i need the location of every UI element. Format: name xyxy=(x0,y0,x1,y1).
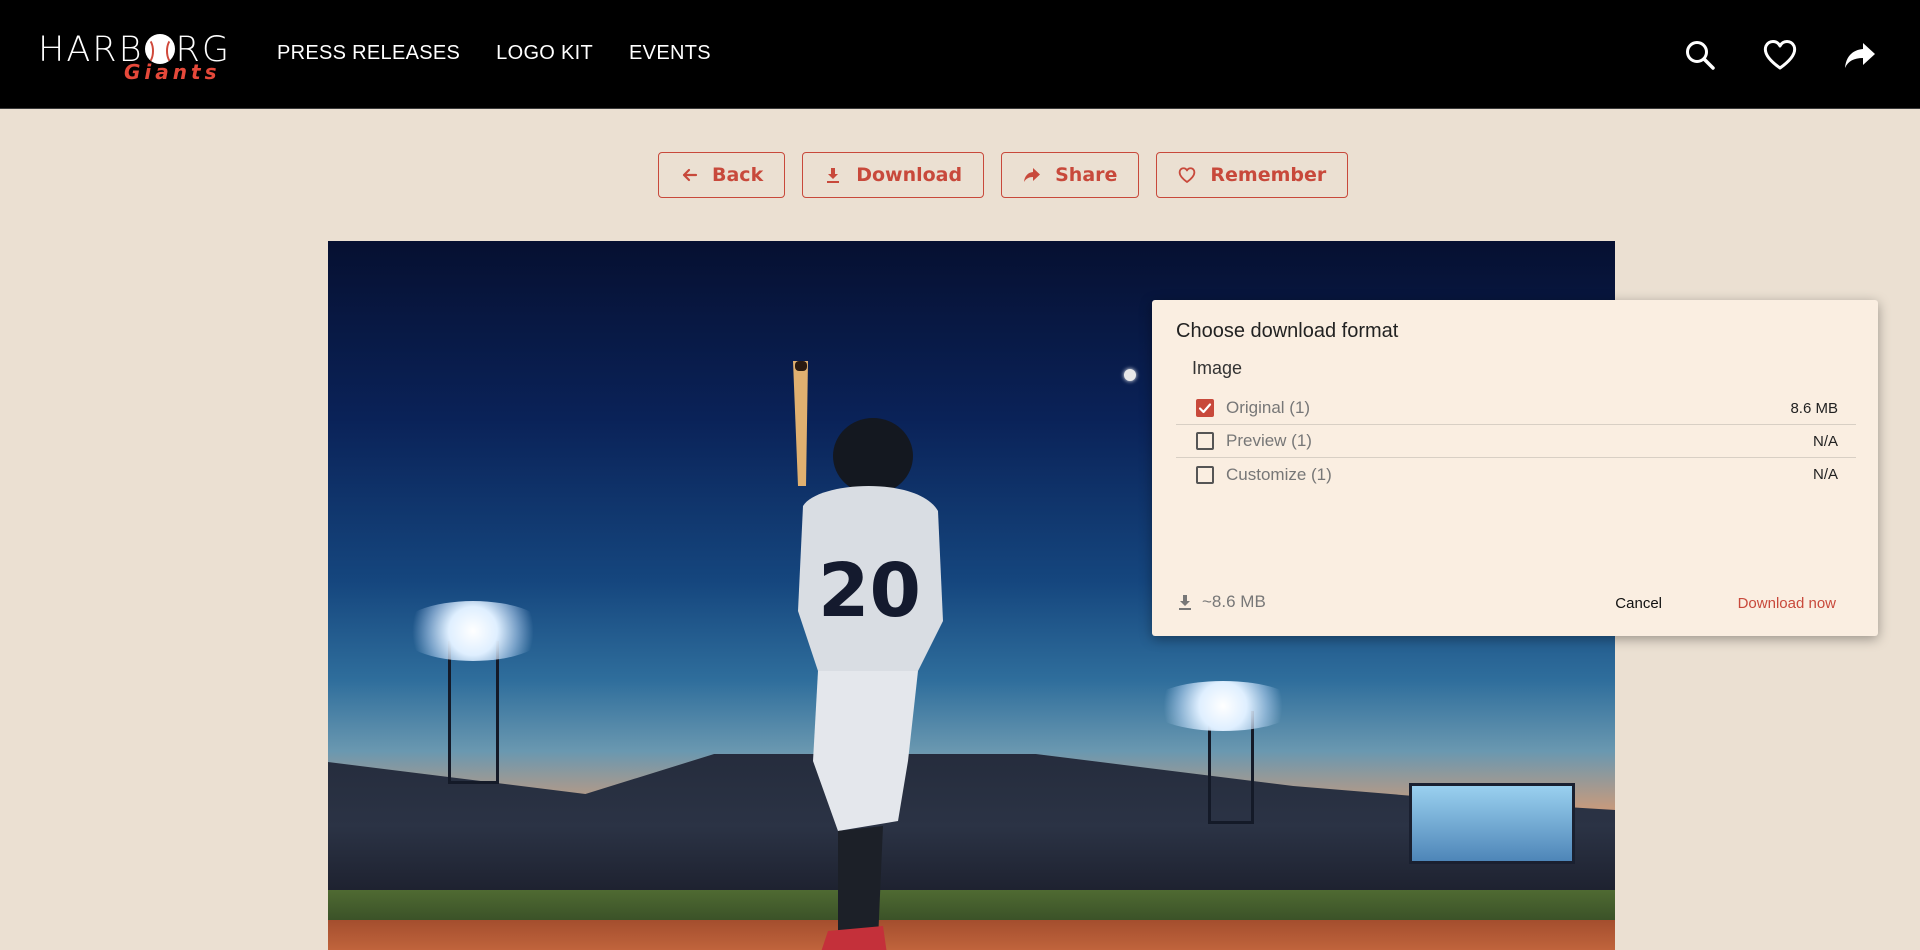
asset-actions: Back Download Share Remember xyxy=(658,152,1349,198)
stadium-light xyxy=(1148,681,1298,731)
format-name: Customize (1) xyxy=(1226,464,1332,484)
remember-button[interactable]: Remember xyxy=(1156,152,1349,198)
harborg-giants-logo[interactable]: HARB RG Giants xyxy=(38,24,229,84)
share-button[interactable]: Share xyxy=(1001,152,1140,198)
heart-icon[interactable] xyxy=(1760,35,1800,75)
light-tower xyxy=(448,641,499,784)
nav-press-releases[interactable]: PRESS RELEASES xyxy=(277,42,460,65)
baseball xyxy=(1124,369,1136,381)
share-icon[interactable] xyxy=(1840,35,1880,75)
heart-icon xyxy=(1179,167,1196,183)
format-size: N/A xyxy=(1812,466,1838,483)
total-size: ~8.6 MB xyxy=(1176,592,1266,612)
header-icons xyxy=(1680,35,1880,75)
download-format-dialog: Choose download format Image Original (1… xyxy=(1152,300,1878,636)
grass xyxy=(328,890,1615,920)
back-button[interactable]: Back xyxy=(658,152,786,198)
stadium-light xyxy=(398,601,548,661)
svg-text:20: 20 xyxy=(818,548,921,634)
share-icon xyxy=(1024,168,1041,182)
top-bar: HARB RG Giants PRESS RELEASES LOGO KIT EV… xyxy=(0,0,1920,109)
format-row-original[interactable]: Original (1) 8.6 MB xyxy=(1176,392,1856,425)
format-row-customize[interactable]: Customize (1) N/A xyxy=(1176,458,1856,491)
arrow-left-icon xyxy=(682,168,698,182)
check-icon xyxy=(1198,403,1212,414)
main-nav: PRESS RELEASES LOGO KIT EVENTS xyxy=(277,42,711,65)
section-label-image: Image xyxy=(1192,358,1243,378)
nav-events[interactable]: EVENTS xyxy=(629,42,711,65)
original-checkbox[interactable] xyxy=(1196,399,1214,417)
nav-logo-kit[interactable]: LOGO KIT xyxy=(496,42,593,65)
customize-checkbox[interactable] xyxy=(1196,465,1214,484)
format-row-preview[interactable]: Preview (1) N/A xyxy=(1176,425,1856,458)
infield-dirt xyxy=(328,920,1615,950)
dialog-title: Choose download format xyxy=(1176,320,1399,342)
dialog-footer: ~8.6 MB Cancel Download now xyxy=(1176,588,1854,618)
format-size: N/A xyxy=(1812,432,1838,450)
download-button[interactable]: Download xyxy=(802,152,985,198)
format-list: Original (1) 8.6 MB Preview (1) N/A Cust… xyxy=(1176,392,1856,491)
format-size: 8.6 MB xyxy=(1790,399,1838,417)
format-name: Original (1) xyxy=(1226,398,1311,417)
format-name: Preview (1) xyxy=(1226,431,1312,450)
download-now-button[interactable]: Download now xyxy=(1732,594,1842,613)
download-icon xyxy=(1179,595,1191,610)
batter-figure: 20 xyxy=(793,361,943,950)
search-icon[interactable] xyxy=(1680,35,1720,75)
stadium-screen xyxy=(1409,783,1575,864)
cancel-button[interactable]: Cancel xyxy=(1609,594,1668,613)
download-icon xyxy=(827,168,840,183)
preview-checkbox[interactable] xyxy=(1196,432,1214,450)
